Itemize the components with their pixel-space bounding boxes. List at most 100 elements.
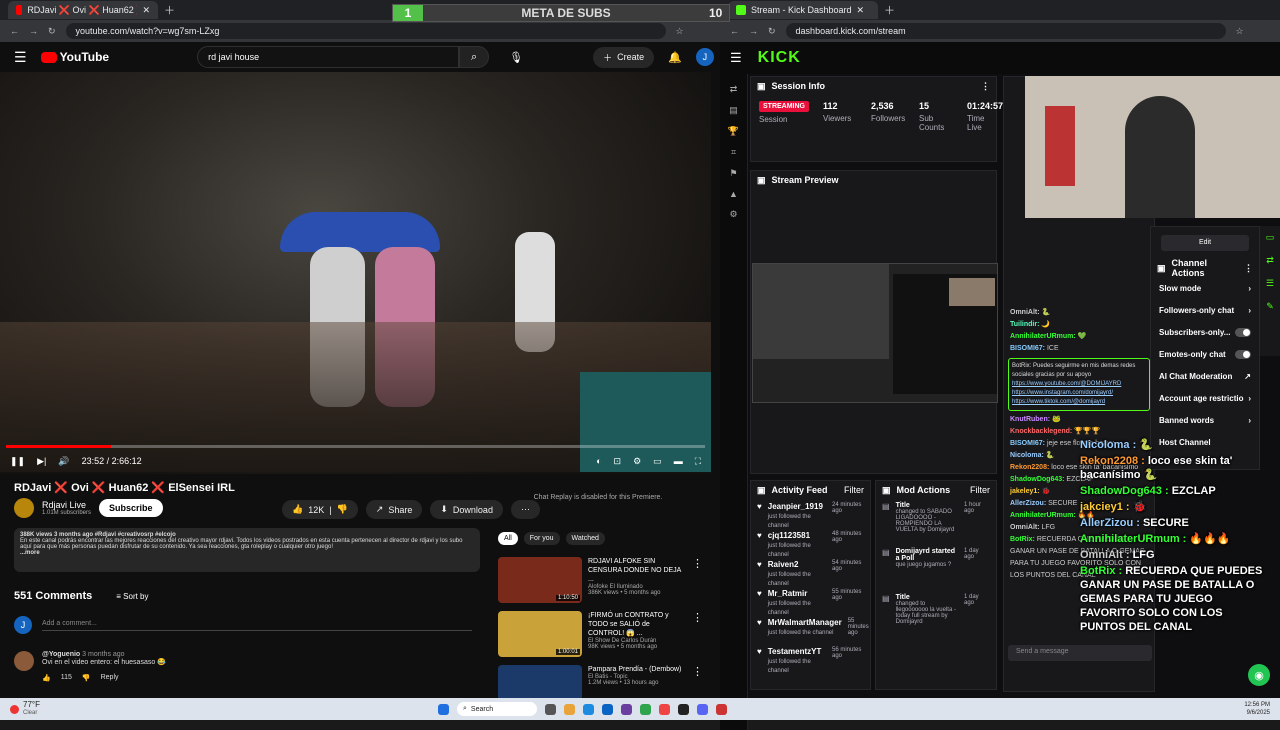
- follower-name[interactable]: Raiven2: [768, 560, 826, 569]
- pause-icon[interactable]: ❚❚: [10, 456, 25, 467]
- chat-username[interactable]: KnutRuben:: [1010, 416, 1050, 423]
- forward-icon[interactable]: →: [29, 26, 38, 36]
- comment-like-icon[interactable]: 👍: [42, 674, 51, 682]
- rec-more-icon[interactable]: ⋮: [692, 557, 703, 607]
- chat-username[interactable]: OmniAlt:: [1010, 309, 1040, 316]
- channel-action[interactable]: AI Chat Moderation ↗: [1151, 365, 1259, 387]
- taskbar-search[interactable]: ⌕ Search: [456, 702, 537, 716]
- star-icon[interactable]: ☆: [1236, 26, 1244, 37]
- settings-icon[interactable]: ⚙: [729, 209, 737, 220]
- rec-thumbnail[interactable]: 1:10:50: [498, 557, 582, 603]
- close-tab-icon[interactable]: ✕: [857, 5, 865, 16]
- search-input[interactable]: rd javi house: [197, 46, 460, 68]
- assistant-fab-icon[interactable]: ◉: [1248, 664, 1270, 686]
- thumbs-down-icon[interactable]: 👎: [337, 504, 348, 515]
- edit-button[interactable]: Edit: [1161, 235, 1249, 251]
- fullscreen-icon[interactable]: ⛶: [695, 456, 701, 467]
- start-icon[interactable]: [437, 703, 449, 715]
- youtube-logo[interactable]: YouTube: [40, 50, 109, 64]
- wrench-icon[interactable]: ✎: [1266, 301, 1274, 312]
- link-tiktok[interactable]: https://www.tiktok.com/@domijayrd: [1012, 398, 1146, 407]
- comment-dislike-icon[interactable]: 👎: [82, 674, 91, 682]
- clock[interactable]: 12:56 PM 9/6/2025: [1244, 701, 1270, 717]
- activity-filter-button[interactable]: Filter: [844, 485, 864, 495]
- chat-username[interactable]: BotRix:: [1010, 536, 1035, 543]
- edge-icon[interactable]: [582, 703, 594, 715]
- channel-action[interactable]: Slow mode ›: [1151, 277, 1259, 299]
- avatar[interactable]: J: [695, 48, 714, 66]
- chat-username[interactable]: Rekon2208:: [1010, 464, 1049, 471]
- kick-logo[interactable]: KICK: [758, 49, 801, 67]
- follower-name[interactable]: Mr_Ratmir: [768, 589, 826, 598]
- store-icon[interactable]: [601, 703, 613, 715]
- add-comment-input[interactable]: Add a comment...: [42, 620, 472, 631]
- subscribe-button[interactable]: Subscribe: [99, 499, 163, 517]
- chat-username[interactable]: ShadowDog643:: [1010, 476, 1064, 483]
- address-field[interactable]: youtube.com/watch?v=wg7sm-LZxg: [65, 23, 666, 39]
- rec-title[interactable]: Pampara Prendía - (Dembow): [588, 665, 686, 674]
- chat-username[interactable]: BISOMI67:: [1010, 345, 1045, 352]
- kick-tab[interactable]: Stream - Kick Dashboard ✕: [728, 1, 878, 19]
- chart-icon[interactable]: ▲: [729, 189, 738, 199]
- rec-title[interactable]: RDJAVI ALFOKE SIN CENSURA DONDE NO DEJA …: [588, 557, 686, 584]
- recommendation-item[interactable]: 1:00:01 ¡FIRMÓ un CONTRATO y TODO se SALI…: [498, 611, 703, 661]
- create-button[interactable]: ＋ Create: [593, 46, 655, 68]
- link-instagram[interactable]: https://www.instagram.com/domijayrd/: [1012, 389, 1146, 398]
- miniplayer-icon[interactable]: ▭: [653, 456, 662, 467]
- menu-icon[interactable]: ☰: [730, 50, 742, 66]
- preview-video[interactable]: [752, 263, 998, 403]
- chat-username[interactable]: AnnihilaterURmum:: [1010, 333, 1076, 340]
- channel-action[interactable]: Emotes-only chat: [1151, 343, 1259, 365]
- dashboard-icon[interactable]: ▤: [729, 105, 738, 116]
- recommendation-item[interactable]: 1:10:50 RDJAVI ALFOKE SIN CENSURA DONDE N…: [498, 557, 703, 607]
- send-message-input[interactable]: Send a message: [1008, 645, 1152, 661]
- obs-icon[interactable]: [677, 703, 689, 715]
- more-icon[interactable]: ⋮: [1244, 263, 1253, 274]
- captions-icon[interactable]: ⊡: [614, 456, 622, 467]
- chat-username[interactable]: OmniAlt:: [1010, 524, 1040, 531]
- reload-icon[interactable]: ↻: [768, 26, 776, 37]
- show-more-link[interactable]: ...more: [20, 550, 474, 556]
- video-player[interactable]: ❚❚ ▶| 🔊 23:52 / 2:66:12 ◐ ⊡ ⚙ ▭ ▬ ⛶: [0, 72, 711, 474]
- channel-action[interactable]: Banned words ›: [1151, 409, 1259, 431]
- app-icon[interactable]: [715, 703, 727, 715]
- channel-action[interactable]: Followers-only chat ›: [1151, 299, 1259, 321]
- mic-icon[interactable]: 🎙: [509, 51, 523, 64]
- chrome-icon[interactable]: [658, 703, 670, 715]
- more-icon[interactable]: ⋮: [981, 81, 990, 92]
- next-icon[interactable]: ▶|: [37, 456, 46, 467]
- reload-icon[interactable]: ↻: [48, 26, 56, 37]
- split-icon[interactable]: ⇄: [1266, 255, 1274, 266]
- channel-name[interactable]: Rdjavi Live: [42, 500, 91, 510]
- link-youtube[interactable]: https://www.youtube.com/@DOMIJAYRD: [1012, 380, 1146, 389]
- chat-username[interactable]: Knockbacklegend:: [1010, 428, 1072, 435]
- theater-icon[interactable]: ▬: [674, 456, 683, 466]
- autoplay-toggle[interactable]: ◐: [596, 456, 601, 466]
- channel-avatar[interactable]: [14, 498, 34, 518]
- follower-name[interactable]: TestamentzYT: [768, 647, 826, 656]
- channel-action[interactable]: Account age restrictio ›: [1151, 387, 1259, 409]
- app-icon[interactable]: [639, 703, 651, 715]
- mod-filter-button[interactable]: Filter: [970, 485, 990, 495]
- back-icon[interactable]: ←: [730, 26, 739, 36]
- volume-icon[interactable]: 🔊: [58, 456, 69, 467]
- sort-button[interactable]: ≡ Sort by: [116, 592, 148, 601]
- share-button[interactable]: ↗ Share: [365, 500, 423, 519]
- filter-watched[interactable]: Watched: [565, 532, 605, 545]
- toggle-switch[interactable]: [1235, 349, 1251, 359]
- description-box[interactable]: 388K views 3 months ago #Rdjavi #creativ…: [14, 528, 480, 572]
- weather-widget[interactable]: 77°F Clear: [10, 701, 40, 717]
- discord-icon[interactable]: [696, 703, 708, 715]
- youtube-tab[interactable]: RDJavi ❌ Ovi ❌ Huan62 ❌ ElSensei IRL ✕: [8, 1, 158, 19]
- new-tab-icon[interactable]: ＋: [164, 2, 175, 18]
- grid-icon[interactable]: ⌗: [731, 147, 736, 158]
- stream-icon[interactable]: ⇄: [730, 84, 738, 95]
- filter-all[interactable]: All: [498, 532, 518, 545]
- bell-icon[interactable]: 🔔: [668, 51, 682, 64]
- chat-username[interactable]: BISOMI67:: [1010, 440, 1045, 447]
- filter-for-you[interactable]: For you: [523, 532, 560, 545]
- follower-name[interactable]: MrWalmartManager: [768, 618, 842, 627]
- rec-title[interactable]: ¡FIRMÓ un CONTRATO y TODO se SALIÓ de CO…: [588, 611, 686, 638]
- toggle-switch[interactable]: [1235, 327, 1251, 337]
- rec-thumbnail[interactable]: 1:00:01: [498, 611, 582, 657]
